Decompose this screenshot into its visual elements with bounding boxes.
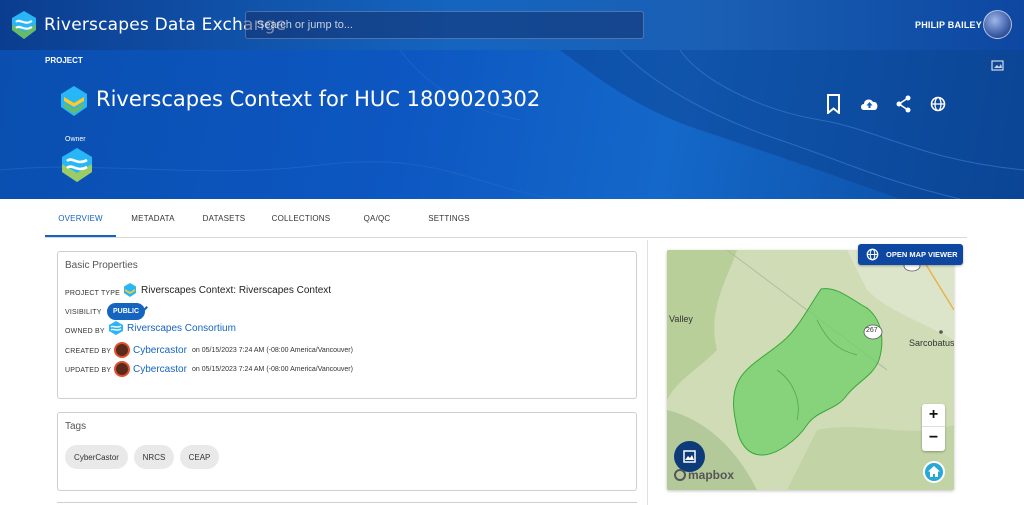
edit-image-icon[interactable] xyxy=(991,59,1005,71)
tags-card: Tags CyberCastor NRCS CEAP xyxy=(57,412,637,491)
tab-metadata[interactable]: METADATA xyxy=(123,199,183,237)
tag-chip[interactable]: CEAP xyxy=(180,445,219,469)
owner-logo-icon[interactable] xyxy=(60,147,94,183)
page-title: Riverscapes Context for HUC 1809020302 xyxy=(96,87,541,111)
map-label-valley: Valley xyxy=(669,314,693,324)
project-map[interactable]: Valley 267 Sarcobatus + − mapbox xyxy=(667,250,954,490)
tab-settings[interactable]: SETTINGS xyxy=(422,199,476,237)
avatar xyxy=(114,342,130,358)
visibility-badge[interactable]: PUBLIC xyxy=(107,303,146,320)
hero-terrain-background xyxy=(0,50,1024,199)
project-type-label: PROJECT TYPE xyxy=(65,290,121,297)
share-icon[interactable] xyxy=(892,94,916,114)
zoom-in-button[interactable]: + xyxy=(922,404,945,427)
map-canvas xyxy=(667,250,954,490)
mapbox-logo-icon xyxy=(674,469,686,481)
zoom-out-button[interactable]: − xyxy=(922,427,945,450)
home-button[interactable] xyxy=(923,461,945,483)
created-on: on 05/15/2023 7:24 AM (-08:00 America/Va… xyxy=(192,347,353,354)
avatar xyxy=(114,361,130,377)
open-map-viewer-label: OPEN MAP VIEWER xyxy=(886,250,958,259)
project-type-icon xyxy=(61,86,87,116)
open-map-viewer-button[interactable]: OPEN MAP VIEWER xyxy=(858,244,963,265)
card-title: Basic Properties xyxy=(65,260,138,271)
globe-icon xyxy=(866,248,879,261)
owner-logo-icon xyxy=(109,321,123,335)
home-icon xyxy=(928,466,940,477)
top-navbar: Riverscapes Data Exchange Search or jump… xyxy=(0,0,1024,50)
column-divider xyxy=(647,240,648,505)
created-by-label: CREATED BY xyxy=(65,348,112,355)
map-label-town: Sarcobatus xyxy=(909,338,954,348)
project-type-icon xyxy=(124,283,136,297)
card-title: Tags xyxy=(65,421,87,432)
created-by-link[interactable]: Cybercastor xyxy=(133,345,187,356)
updated-by-link[interactable]: Cybercastor xyxy=(133,364,187,375)
edit-icon[interactable] xyxy=(141,305,149,313)
zoom-control: + − xyxy=(922,404,945,451)
user-name[interactable]: PHILIP BAILEY xyxy=(915,20,982,30)
basic-properties-card: Basic Properties PROJECT TYPE Riverscape… xyxy=(57,251,637,399)
owner-label: Owner xyxy=(65,136,86,143)
map-label-route: 267 xyxy=(866,327,878,334)
riverscapes-logo-icon[interactable] xyxy=(10,10,38,40)
project-tabs: OVERVIEW METADATA DATASETS COLLECTIONS Q… xyxy=(45,199,967,238)
section-label: PROJECT xyxy=(45,56,83,65)
tab-qaqc[interactable]: QA/QC xyxy=(357,199,397,237)
globe-icon[interactable] xyxy=(926,94,950,114)
project-type-value[interactable]: Riverscapes Context: Riverscapes Context xyxy=(141,285,331,296)
visibility-label: VISIBILITY xyxy=(65,309,102,316)
cloud-upload-icon[interactable] xyxy=(858,94,882,114)
tab-datasets[interactable]: DATASETS xyxy=(195,199,253,237)
tag-chip[interactable]: NRCS xyxy=(134,445,174,469)
bookmark-icon[interactable] xyxy=(822,94,846,114)
owned-by-label: OWNED BY xyxy=(65,328,105,335)
search-input[interactable]: Search or jump to... xyxy=(245,11,644,39)
tag-chip[interactable]: CyberCastor xyxy=(65,445,128,469)
avatar[interactable] xyxy=(983,10,1012,39)
mapbox-attribution[interactable]: mapbox xyxy=(674,468,734,482)
tab-overview[interactable]: OVERVIEW xyxy=(45,199,116,237)
owned-by-link[interactable]: Riverscapes Consortium xyxy=(127,323,236,334)
updated-on: on 05/15/2023 7:24 AM (-08:00 America/Va… xyxy=(192,366,353,373)
tab-collections[interactable]: COLLECTIONS xyxy=(265,199,337,237)
updated-by-label: UPDATED BY xyxy=(65,367,112,374)
attribution-text: mapbox xyxy=(688,468,735,482)
project-hero: PROJECT Riverscapes Context for HUC 1809… xyxy=(0,50,1024,199)
